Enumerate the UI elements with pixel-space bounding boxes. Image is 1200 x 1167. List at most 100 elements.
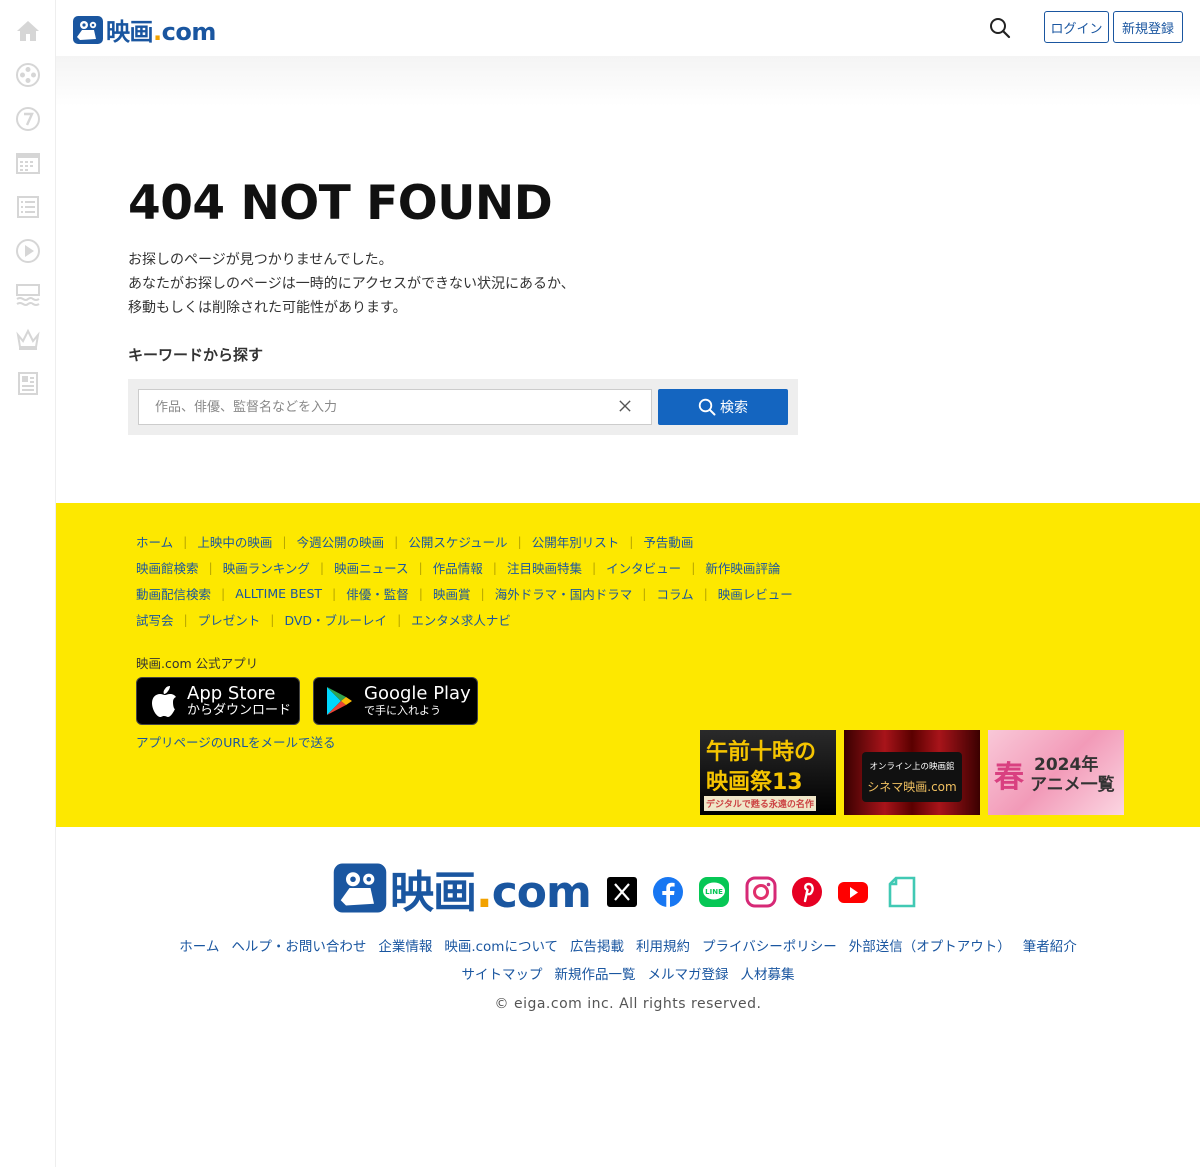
header-search-icon[interactable] (988, 16, 1012, 40)
send-app-url-link[interactable]: アプリページのURLをメールで送る (136, 732, 336, 751)
footer-nav-row: 動画配信検索 | ALLTIME BEST | 俳優・監督 | 映画賞 | 海外ドラマ・… (136, 584, 793, 603)
theater-icon[interactable] (14, 281, 42, 309)
facebook-icon[interactable] (652, 876, 684, 908)
footer-link[interactable]: 人材募集 (741, 963, 795, 983)
banner-title: 映画祭13 (706, 770, 803, 795)
banner-spring-anime[interactable]: 春 2024年 アニメ一覧 (988, 730, 1124, 815)
svg-text:LINE: LINE (705, 888, 723, 896)
footer-link[interactable]: 映画.comについて (444, 935, 558, 955)
footer-nav-link[interactable]: 映画館検索 (136, 558, 199, 577)
footer-link[interactable]: 企業情報 (378, 935, 432, 955)
apple-icon (152, 686, 176, 717)
footer-nav-link[interactable]: DVD・ブルーレイ (284, 610, 387, 629)
banner-title: アニメ一覧 (1030, 775, 1115, 795)
login-button[interactable]: ログイン (1044, 11, 1109, 43)
footer-nav-link[interactable]: 海外ドラマ・国内ドラマ (495, 584, 633, 603)
error-message-line: 移動もしくは削除された可能性があります。 (128, 300, 407, 316)
register-button[interactable]: 新規登録 (1113, 11, 1183, 43)
footer-nav-link[interactable]: 動画配信検索 (136, 584, 211, 603)
footer-nav-link[interactable]: 今週公開の映画 (297, 532, 385, 551)
line-icon[interactable]: LINE (698, 876, 730, 908)
footer-nav-link[interactable]: 俳優・監督 (346, 584, 409, 603)
logo-text: 映画.com (106, 18, 216, 46)
google-play-button[interactable]: Google Play で手に入れよう (313, 677, 478, 725)
error-message-line: あなたがお探しのページは一時的にアクセスができない状況にあるか、 (128, 276, 575, 292)
list-icon[interactable] (14, 193, 42, 221)
eiga-logo-mark-icon (333, 863, 387, 913)
clear-search-icon[interactable] (616, 397, 634, 415)
left-sidebar (0, 0, 56, 1167)
banner-title: シネマ映画.com (867, 780, 957, 794)
footer-link[interactable]: ヘルプ・お問い合わせ (231, 935, 366, 955)
footer-nav-link[interactable]: ALLTIME BEST (235, 586, 322, 601)
calendar-icon[interactable] (14, 149, 42, 177)
footer-nav-link[interactable]: 作品情報 (433, 558, 483, 577)
app-store-subtitle: からダウンロード (187, 703, 292, 718)
google-play-subtitle: で手に入れよう (364, 704, 441, 717)
banner-subtitle: オンライン上の映画館 (869, 762, 955, 772)
banner-cinema-eiga[interactable]: オンライン上の映画館 シネマ映画.com (844, 730, 980, 815)
footer-nav-link[interactable]: インタビュー (606, 558, 681, 577)
footer-nav-link[interactable]: 新作映画評論 (705, 558, 780, 577)
footer-nav-link[interactable]: 公開スケジュール (408, 532, 507, 551)
youtube-icon[interactable] (837, 876, 869, 908)
footer-nav-link[interactable]: コラム (656, 584, 693, 603)
footer-link[interactable]: 筆者紹介 (1023, 935, 1077, 955)
footer-nav-link[interactable]: 映画ニュース (334, 558, 408, 577)
pinterest-icon[interactable] (791, 876, 823, 908)
footer-link[interactable]: プライバシーポリシー (702, 935, 837, 955)
footer-nav-link[interactable]: プレゼント (198, 610, 261, 629)
google-play-title: Google Play (364, 683, 471, 704)
footer-link[interactable]: メルマガ登録 (648, 963, 729, 983)
copyright: © eiga.com inc. All rights reserved. (494, 996, 762, 1012)
footer-nav-link[interactable]: 公開年別リスト (532, 532, 620, 551)
footer-nav-link[interactable]: エンタメ求人ナビ (411, 610, 511, 629)
footer-nav-link[interactable]: 映画賞 (433, 584, 471, 603)
instagram-icon[interactable] (745, 876, 777, 908)
banner-title: 春 (994, 760, 1024, 795)
footer-nav-link[interactable]: 上映中の映画 (197, 532, 272, 551)
seven-days-icon[interactable] (14, 105, 42, 133)
footer-nav-link[interactable]: 予告動画 (643, 532, 693, 551)
footer-link[interactable]: 外部送信（オプトアウト） (849, 935, 1011, 955)
google-play-icon (327, 687, 352, 715)
footer-link[interactable]: 広告掲載 (570, 935, 624, 955)
error-message-line: お探しのページが見つかりませんでした。 (128, 252, 393, 268)
app-store-title: App Store (187, 683, 276, 704)
search-icon (698, 398, 716, 416)
footer-nav-link[interactable]: 映画ランキング (223, 558, 310, 577)
film-reel-icon[interactable] (14, 61, 42, 89)
footer-logo-text: 映画.com (390, 867, 592, 918)
banner-gozen-juji-eigasai[interactable]: 午前十時の 映画祭13 デジタルで甦る永遠の名作 (700, 730, 836, 815)
keyword-search-box: 検索 (128, 379, 798, 435)
footer-nav-link[interactable]: 映画レビュー (718, 584, 793, 603)
crown-icon[interactable] (14, 325, 42, 353)
footer-nav-link[interactable]: ホーム (136, 532, 173, 551)
footer-links-row: サイトマップ 新規作品一覧 メルマガ登録 人材募集 (56, 963, 1200, 983)
yellow-footer: ホーム | 上映中の映画 | 今週公開の映画 | 公開スケジュール | 公開年別リスト |… (56, 503, 1200, 827)
search-submit-button[interactable]: 検索 (658, 389, 788, 425)
footer-link[interactable]: 利用規約 (636, 935, 690, 955)
keyword-search-heading: キーワードから探す (128, 346, 264, 364)
news-icon[interactable] (14, 369, 42, 397)
note-icon[interactable] (886, 876, 918, 908)
eiga-logo-mark-icon (73, 15, 103, 44)
x-icon[interactable] (606, 876, 638, 908)
footer-link[interactable]: 新規作品一覧 (555, 963, 636, 983)
footer-link[interactable]: サイトマップ (462, 963, 543, 983)
home-icon[interactable] (14, 17, 42, 45)
banner-title: 午前十時の (706, 740, 817, 765)
footer-nav-link[interactable]: 試写会 (136, 610, 174, 629)
footer-link[interactable]: ホーム (179, 935, 219, 955)
footer-logo[interactable]: 映画.com (332, 856, 592, 920)
banner-subtitle: デジタルで甦る永遠の名作 (704, 796, 816, 811)
keyword-search-input[interactable] (138, 389, 652, 425)
app-store-button[interactable]: App Store からダウンロード (136, 677, 300, 725)
official-app-label: 映画.com 公式アプリ (136, 656, 259, 671)
play-icon[interactable] (14, 237, 42, 265)
search-submit-label: 検索 (720, 400, 748, 416)
site-logo[interactable]: 映画.com (72, 12, 216, 47)
footer-nav-link[interactable]: 注目映画特集 (507, 558, 582, 577)
error-message: お探しのページが見つかりませんでした。 あなたがお探しのページは一時的にアクセス… (128, 248, 575, 320)
footer-links-row: ホーム ヘルプ・お問い合わせ 企業情報 映画.comについて 広告掲載 利用規約… (56, 935, 1200, 955)
